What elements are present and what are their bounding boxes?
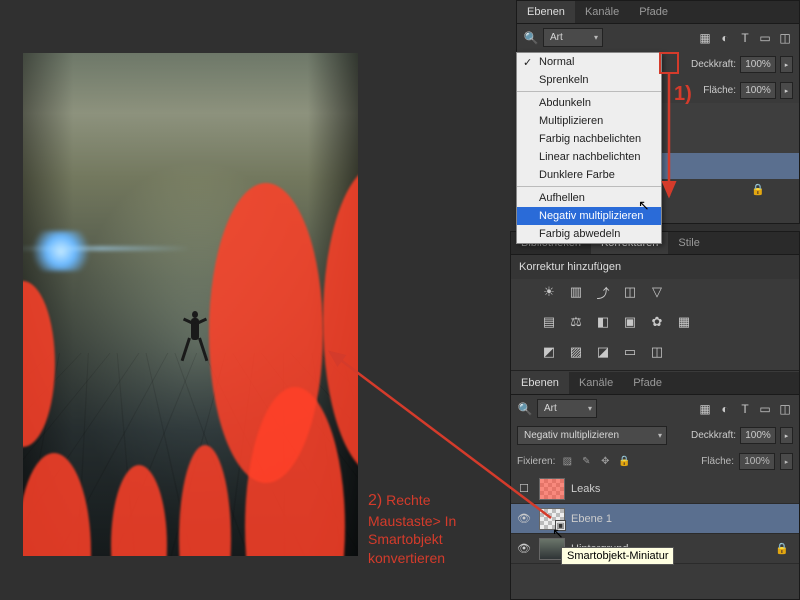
- layer-filter-value: Art: [550, 32, 563, 43]
- adj-channel-mixer-icon[interactable]: ✿: [647, 313, 667, 331]
- blend-sprenkeln[interactable]: Sprenkeln: [517, 71, 661, 89]
- panel2-layers-tabs: Ebenen Kanäle Pfade: [511, 372, 799, 395]
- cursor-icon: ↖: [638, 197, 650, 214]
- filter-image-icon[interactable]: ▦: [697, 30, 713, 46]
- opacity-label-2: Deckkraft:: [691, 430, 736, 441]
- adj-posterize-icon[interactable]: ▨: [566, 343, 586, 361]
- tab-stile[interactable]: Stile: [668, 232, 709, 254]
- adjustments-title: Korrektur hinzufügen: [511, 255, 799, 279]
- filter-smartobj-icon[interactable]: ◫: [777, 401, 793, 417]
- filter-type-icon[interactable]: T: [737, 401, 753, 417]
- blend-dunklere-farbe[interactable]: Dunklere Farbe: [517, 166, 661, 184]
- lock-all-icon[interactable]: 🔒: [617, 456, 631, 467]
- filter-type-icon[interactable]: T: [737, 30, 753, 46]
- adj-levels-icon[interactable]: ▥: [566, 283, 586, 301]
- adj-vibrance-icon[interactable]: ▽: [647, 283, 667, 301]
- filter-smartobj-icon[interactable]: ◫: [777, 30, 793, 46]
- layer-row-leaks[interactable]: ☐ Leaks: [511, 474, 799, 504]
- fix-label: Fixieren:: [517, 456, 555, 467]
- blend-farbig-nachbelichten[interactable]: Farbig nachbelichten: [517, 130, 661, 148]
- adj-hue-icon[interactable]: ▤: [539, 313, 559, 331]
- cursor-icon: ↖: [552, 525, 564, 542]
- blend-abdunkeln[interactable]: Abdunkeln: [517, 94, 661, 112]
- filter-adjust-icon[interactable]: ◐: [717, 30, 733, 46]
- adj-bw-icon[interactable]: ◧: [593, 313, 613, 331]
- annotation-box-1: [659, 52, 679, 74]
- tab2-pfade[interactable]: Pfade: [623, 372, 672, 394]
- layer-name[interactable]: Leaks: [571, 483, 795, 495]
- blend-mode-select-2[interactable]: Negativ multiplizieren▾: [517, 426, 667, 445]
- fill-value[interactable]: 100%: [740, 82, 776, 99]
- tooltip-smartobjekt: Smartobjekt-Miniatur: [561, 547, 674, 565]
- opacity-value-2[interactable]: 100%: [740, 427, 776, 444]
- panel-tabs: Ebenen Kanäle Pfade: [517, 1, 799, 24]
- layer-filter-value-2: Art: [544, 403, 557, 414]
- visibility-toggle[interactable]: ☐: [515, 482, 533, 495]
- tab-ebenen[interactable]: Ebenen: [517, 1, 575, 23]
- lock-pixels-icon[interactable]: ✎: [579, 456, 593, 467]
- fill-dropdown[interactable]: ▸: [780, 82, 793, 99]
- search-icon: 🔍: [517, 401, 533, 417]
- layer-name[interactable]: Ebene 1: [571, 513, 795, 525]
- lock-icon: 🔒: [775, 542, 789, 555]
- adj-color-lookup-icon[interactable]: ▦: [674, 313, 694, 331]
- fill-label-2: Fläche:: [701, 456, 734, 467]
- opacity-label: Deckkraft:: [691, 59, 736, 70]
- opacity-dropdown-2[interactable]: ▸: [780, 427, 793, 444]
- blend-normal[interactable]: ✓Normal: [517, 53, 661, 71]
- fill-value-2[interactable]: 100%: [739, 453, 775, 470]
- adj-exposure-icon[interactable]: ◫: [620, 283, 640, 301]
- adj-brightness-icon[interactable]: ☀: [539, 283, 559, 301]
- blend-mode-value-2: Negativ multiplizieren: [524, 430, 619, 441]
- tab2-kanaele[interactable]: Kanäle: [569, 372, 623, 394]
- annotation-2: 2) Rechte Maustaste> In Smartobjekt konv…: [368, 490, 503, 568]
- filter-adjust-icon[interactable]: ◐: [717, 401, 733, 417]
- layer-thumb[interactable]: [539, 478, 565, 500]
- adj-gradient-map-icon[interactable]: ▭: [620, 343, 640, 361]
- blend-linear-nachbelichten[interactable]: Linear nachbelichten: [517, 148, 661, 166]
- document-canvas: [23, 53, 358, 556]
- adj-threshold-icon[interactable]: ◪: [593, 343, 613, 361]
- annotation-1: 1): [674, 83, 692, 106]
- filter-image-icon[interactable]: ▦: [697, 401, 713, 417]
- lock-position-icon[interactable]: ✥: [598, 456, 612, 467]
- fill-label: Fläche:: [703, 85, 736, 96]
- tab-pfade[interactable]: Pfade: [629, 1, 678, 23]
- lock-transparency-icon[interactable]: ▨: [560, 456, 574, 467]
- search-icon: 🔍: [523, 30, 539, 46]
- lock-icon: 🔒: [751, 183, 765, 196]
- adj-photo-filter-icon[interactable]: ▣: [620, 313, 640, 331]
- filter-shape-icon[interactable]: ▭: [757, 30, 773, 46]
- fill-dropdown-2[interactable]: ▸: [780, 453, 793, 470]
- tab2-ebenen[interactable]: Ebenen: [511, 372, 569, 394]
- layer-filter-select-2[interactable]: Art▾: [537, 399, 597, 418]
- visibility-toggle[interactable]: 👁: [515, 512, 533, 525]
- layer-filter-select[interactable]: Art▾: [543, 28, 603, 47]
- adj-invert-icon[interactable]: ◩: [539, 343, 559, 361]
- blend-farbig-abwedeln[interactable]: Farbig abwedeln: [517, 225, 661, 243]
- adjustments-layers-panel: Bibliotheken Korrekturen Stile Korrektur…: [510, 231, 800, 600]
- opacity-value[interactable]: 100%: [740, 56, 776, 73]
- adj-curves-icon[interactable]: ⤴: [593, 283, 613, 301]
- adj-selective-color-icon[interactable]: ◫: [647, 343, 667, 361]
- opacity-dropdown[interactable]: ▸: [780, 56, 793, 73]
- blend-multiplizieren[interactable]: Multiplizieren: [517, 112, 661, 130]
- adjustments-grid: ☀ ▥ ⤴ ◫ ▽: [511, 279, 799, 309]
- adj-balance-icon[interactable]: ⚖: [566, 313, 586, 331]
- blend-mode-menu: ✓Normal Sprenkeln Abdunkeln Multiplizier…: [516, 52, 662, 244]
- tab-kanaele[interactable]: Kanäle: [575, 1, 629, 23]
- visibility-toggle[interactable]: 👁: [515, 542, 533, 555]
- filter-shape-icon[interactable]: ▭: [757, 401, 773, 417]
